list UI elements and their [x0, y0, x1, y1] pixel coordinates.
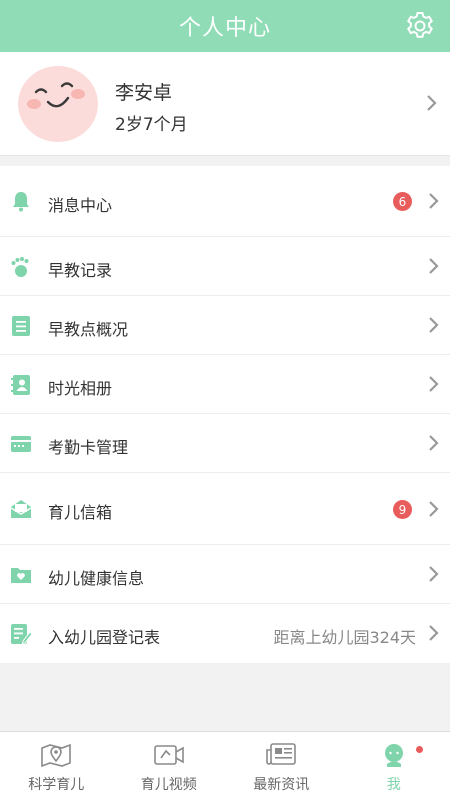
chevron-right-icon: [428, 257, 440, 275]
bottom-tab-bar: 科学育儿 育儿视频 最新资讯 我: [0, 731, 450, 800]
menu-item-label: 考勤卡管理: [48, 438, 129, 457]
page-title: 个人中心: [178, 16, 271, 41]
avatar[interactable]: [18, 66, 98, 142]
menu-item-label: 早教点概况: [48, 320, 129, 339]
chevron-right-icon: [428, 192, 440, 210]
form-edit-icon: [10, 623, 33, 645]
health-folder-icon: [10, 564, 32, 586]
tab-me[interactable]: 我: [338, 732, 450, 800]
chevron-right-icon[interactable]: [426, 94, 438, 112]
menu-item-message-center[interactable]: 消息中心 6: [0, 166, 450, 237]
map-pin-icon: [40, 742, 72, 768]
chevron-right-icon: [428, 375, 440, 393]
video-icon: [153, 742, 185, 768]
child-age: 2岁7个月: [115, 115, 188, 135]
mailbox-icon: [10, 498, 32, 520]
tab-label: 科学育儿: [28, 777, 85, 793]
chevron-right-icon: [428, 434, 440, 452]
news-icon: [265, 742, 297, 768]
menu-item-early-education-records[interactable]: 早教记录: [0, 237, 450, 296]
card-icon: [10, 433, 32, 455]
menu-item-parenting-mailbox[interactable]: 育儿信箱 9: [0, 473, 450, 545]
menu-item-kindergarten-registration[interactable]: 入幼儿园登记表 距离上幼儿园324天: [0, 604, 450, 663]
menu-item-label: 时光相册: [48, 379, 113, 398]
profile-card[interactable]: 李安卓 2岁7个月: [0, 52, 450, 156]
menu-list: 消息中心 6 早教记录 早教点概况 时光相册 考勤卡管理 育儿信箱 9 幼儿健康…: [0, 166, 450, 663]
menu-item-label: 入幼儿园登记表: [48, 628, 161, 647]
menu-item-label: 早教记录: [48, 261, 113, 280]
footprint-icon: [10, 256, 32, 278]
menu-item-center-overview[interactable]: 早教点概况: [0, 296, 450, 355]
tab-label: 最新资讯: [253, 777, 310, 793]
chevron-right-icon: [428, 500, 440, 518]
tab-parenting-videos[interactable]: 育儿视频: [113, 732, 226, 800]
menu-item-label: 幼儿健康信息: [48, 569, 145, 588]
user-icon: [378, 742, 410, 768]
bell-icon: [10, 190, 32, 212]
tab-latest-news[interactable]: 最新资讯: [225, 732, 338, 800]
unread-badge: 6: [393, 192, 412, 211]
menu-item-label: 育儿信箱: [48, 503, 113, 522]
child-name: 李安卓: [115, 82, 173, 104]
gear-icon[interactable]: [404, 10, 436, 42]
menu-item-attendance-card[interactable]: 考勤卡管理: [0, 414, 450, 473]
chevron-right-icon: [428, 565, 440, 583]
album-icon: [10, 374, 32, 396]
tab-label: 我: [386, 777, 401, 793]
menu-item-photo-album[interactable]: 时光相册: [0, 355, 450, 414]
menu-item-child-health[interactable]: 幼儿健康信息: [0, 545, 450, 604]
chevron-right-icon: [428, 316, 440, 334]
days-until-kindergarten: 距离上幼儿园324天: [273, 628, 416, 647]
tab-science-parenting[interactable]: 科学育儿: [0, 732, 113, 800]
notification-dot: [415, 746, 423, 753]
chevron-right-icon: [428, 624, 440, 642]
top-bar: 个人中心: [0, 0, 450, 52]
document-icon: [10, 315, 32, 337]
unread-badge: 9: [393, 500, 412, 519]
menu-item-label: 消息中心: [48, 196, 113, 215]
tab-label: 育儿视频: [140, 777, 197, 793]
